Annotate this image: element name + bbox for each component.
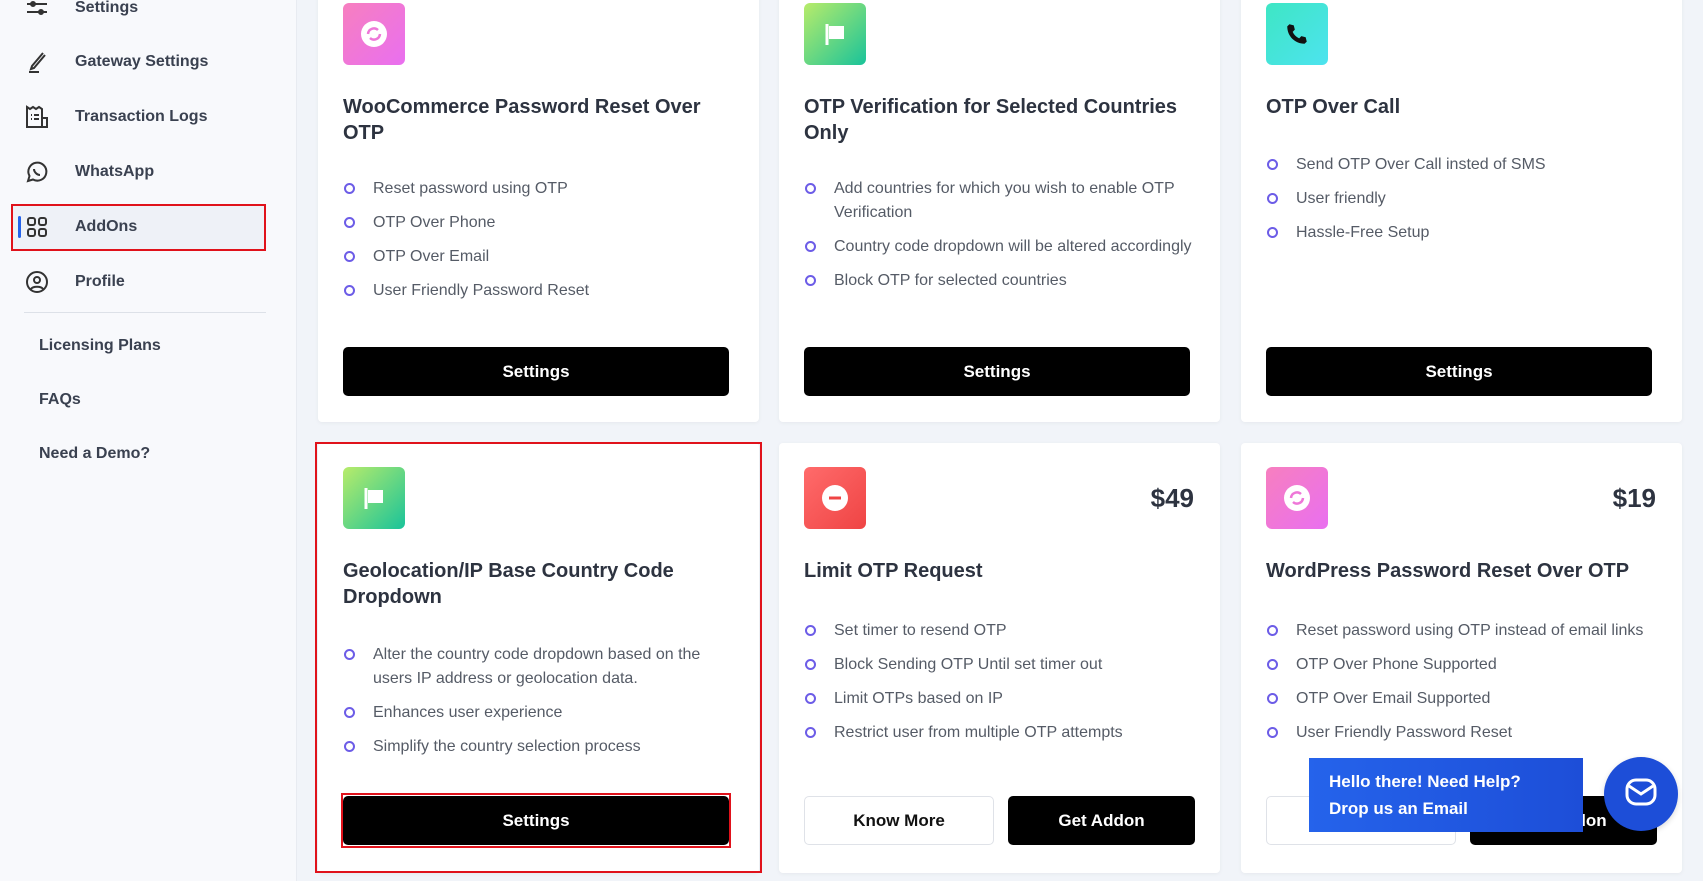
feature-list: Set timer to resend OTP Block Sending OT…: [804, 619, 1200, 755]
email-chat-button[interactable]: [1604, 757, 1678, 831]
sidebar-item-addons[interactable]: AddOns: [11, 205, 266, 249]
phone-icon: [1266, 3, 1328, 65]
feature-list: Reset password using OTP instead of emai…: [1266, 619, 1662, 755]
sidebar-item-whatsapp[interactable]: WhatsApp: [24, 150, 154, 194]
refresh-icon: [343, 3, 405, 65]
get-addon-button[interactable]: Get Addon: [1008, 796, 1195, 845]
feature-item: User Friendly Password Reset: [343, 279, 739, 303]
envelope-icon: [1624, 777, 1658, 812]
sidebar-item-label: AddOns: [75, 218, 138, 235]
feature-item: User Friendly Password Reset: [1266, 721, 1662, 745]
feature-item: Block Sending OTP Until set timer out: [804, 653, 1200, 677]
sidebar-item-label: Profile: [75, 273, 125, 290]
sidebar: Settings Gateway Settings Transaction Lo…: [0, 0, 297, 881]
feature-list: Reset password using OTP OTP Over Phone …: [343, 177, 739, 313]
feature-list: Alter the country code dropdown based on…: [343, 643, 739, 769]
feature-item: OTP Over Email Supported: [1266, 687, 1662, 711]
addon-card: $49 Limit OTP Request Set timer to resen…: [779, 443, 1220, 873]
sidebar-item-label: WhatsApp: [75, 163, 155, 180]
sidebar-item-profile[interactable]: Profile: [24, 260, 125, 304]
addon-price: $49: [1150, 483, 1194, 513]
addon-title: WordPress Password Reset Over OTP: [1266, 560, 1630, 582]
sidebar-item-label: Gateway Settings: [75, 53, 209, 70]
feature-item: Reset password using OTP: [343, 177, 739, 201]
feature-item: Alter the country code dropdown based on…: [343, 643, 739, 691]
licensing-plans-link[interactable]: Licensing Plans: [39, 337, 161, 355]
sidebar-item-transaction-logs[interactable]: Transaction Logs: [24, 95, 207, 139]
feature-item: Block OTP for selected countries: [804, 269, 1200, 293]
feature-item: Add countries for which you wish to enab…: [804, 177, 1200, 225]
sidebar-item-gateway-settings[interactable]: Gateway Settings: [24, 40, 208, 84]
settings-button[interactable]: Settings: [343, 347, 729, 396]
feature-item: Restrict user from multiple OTP attempts: [804, 721, 1200, 745]
know-more-button[interactable]: Know More: [804, 796, 994, 845]
receipt-icon: [24, 104, 50, 130]
feature-item: Send OTP Over Call insted of SMS: [1266, 153, 1662, 177]
feature-item: Set timer to resend OTP: [804, 619, 1200, 643]
addon-title: OTP Verification for Selected Countries …: [804, 96, 1178, 144]
sidebar-item-label: Transaction Logs: [75, 108, 208, 125]
addon-title: Geolocation/IP Base Country Code Dropdow…: [343, 560, 674, 608]
flag-icon: [343, 467, 405, 529]
addon-price: $19: [1612, 483, 1656, 513]
addon-card: WooCommerce Password Reset Over OTP Rese…: [318, 0, 759, 422]
sliders-icon: [24, 0, 50, 21]
help-popup[interactable]: Hello there! Need Help? Drop us an Email: [1309, 758, 1583, 832]
help-popup-line2: Drop us an Email: [1329, 799, 1468, 818]
feature-item: Simplify the country selection process: [343, 735, 739, 759]
addon-card: OTP Verification for Selected Countries …: [779, 0, 1220, 422]
feature-item: OTP Over Phone Supported: [1266, 653, 1662, 677]
feature-item: Hassle-Free Setup: [1266, 221, 1662, 245]
minus-circle-icon: [804, 467, 866, 529]
settings-button[interactable]: Settings: [1266, 347, 1652, 396]
faqs-link[interactable]: FAQs: [39, 391, 81, 409]
feature-item: Enhances user experience: [343, 701, 739, 725]
sidebar-item-label: Settings: [75, 0, 139, 16]
feature-item: OTP Over Phone: [343, 211, 739, 235]
help-popup-line1: Hello there! Need Help?: [1329, 772, 1521, 791]
addon-card: Geolocation/IP Base Country Code Dropdow…: [318, 443, 759, 873]
addon-title: WooCommerce Password Reset Over OTP: [343, 96, 701, 144]
settings-button[interactable]: Settings: [343, 796, 729, 845]
addon-title: OTP Over Call: [1266, 96, 1401, 118]
need-a-demo-link[interactable]: Need a Demo?: [39, 445, 150, 463]
feature-list: Add countries for which you wish to enab…: [804, 177, 1200, 303]
sidebar-divider: [24, 312, 266, 313]
feature-item: Limit OTPs based on IP: [804, 687, 1200, 711]
refresh-icon: [1266, 467, 1328, 529]
addon-title: Limit OTP Request: [804, 560, 983, 582]
feature-item: Reset password using OTP instead of emai…: [1266, 619, 1662, 643]
sidebar-item-settings[interactable]: Settings: [24, 0, 138, 30]
user-circle-icon: [24, 269, 50, 295]
addon-card: OTP Over Call Send OTP Over Call insted …: [1241, 0, 1682, 422]
feature-item: OTP Over Email: [343, 245, 739, 269]
pen-icon: [24, 49, 50, 75]
feature-item: User friendly: [1266, 187, 1662, 211]
feature-item: Country code dropdown will be altered ac…: [804, 235, 1200, 259]
flag-icon: [804, 3, 866, 65]
grid-icon: [24, 214, 50, 240]
whatsapp-icon: [24, 159, 50, 185]
feature-list: Send OTP Over Call insted of SMS User fr…: [1266, 153, 1662, 255]
settings-button[interactable]: Settings: [804, 347, 1190, 396]
